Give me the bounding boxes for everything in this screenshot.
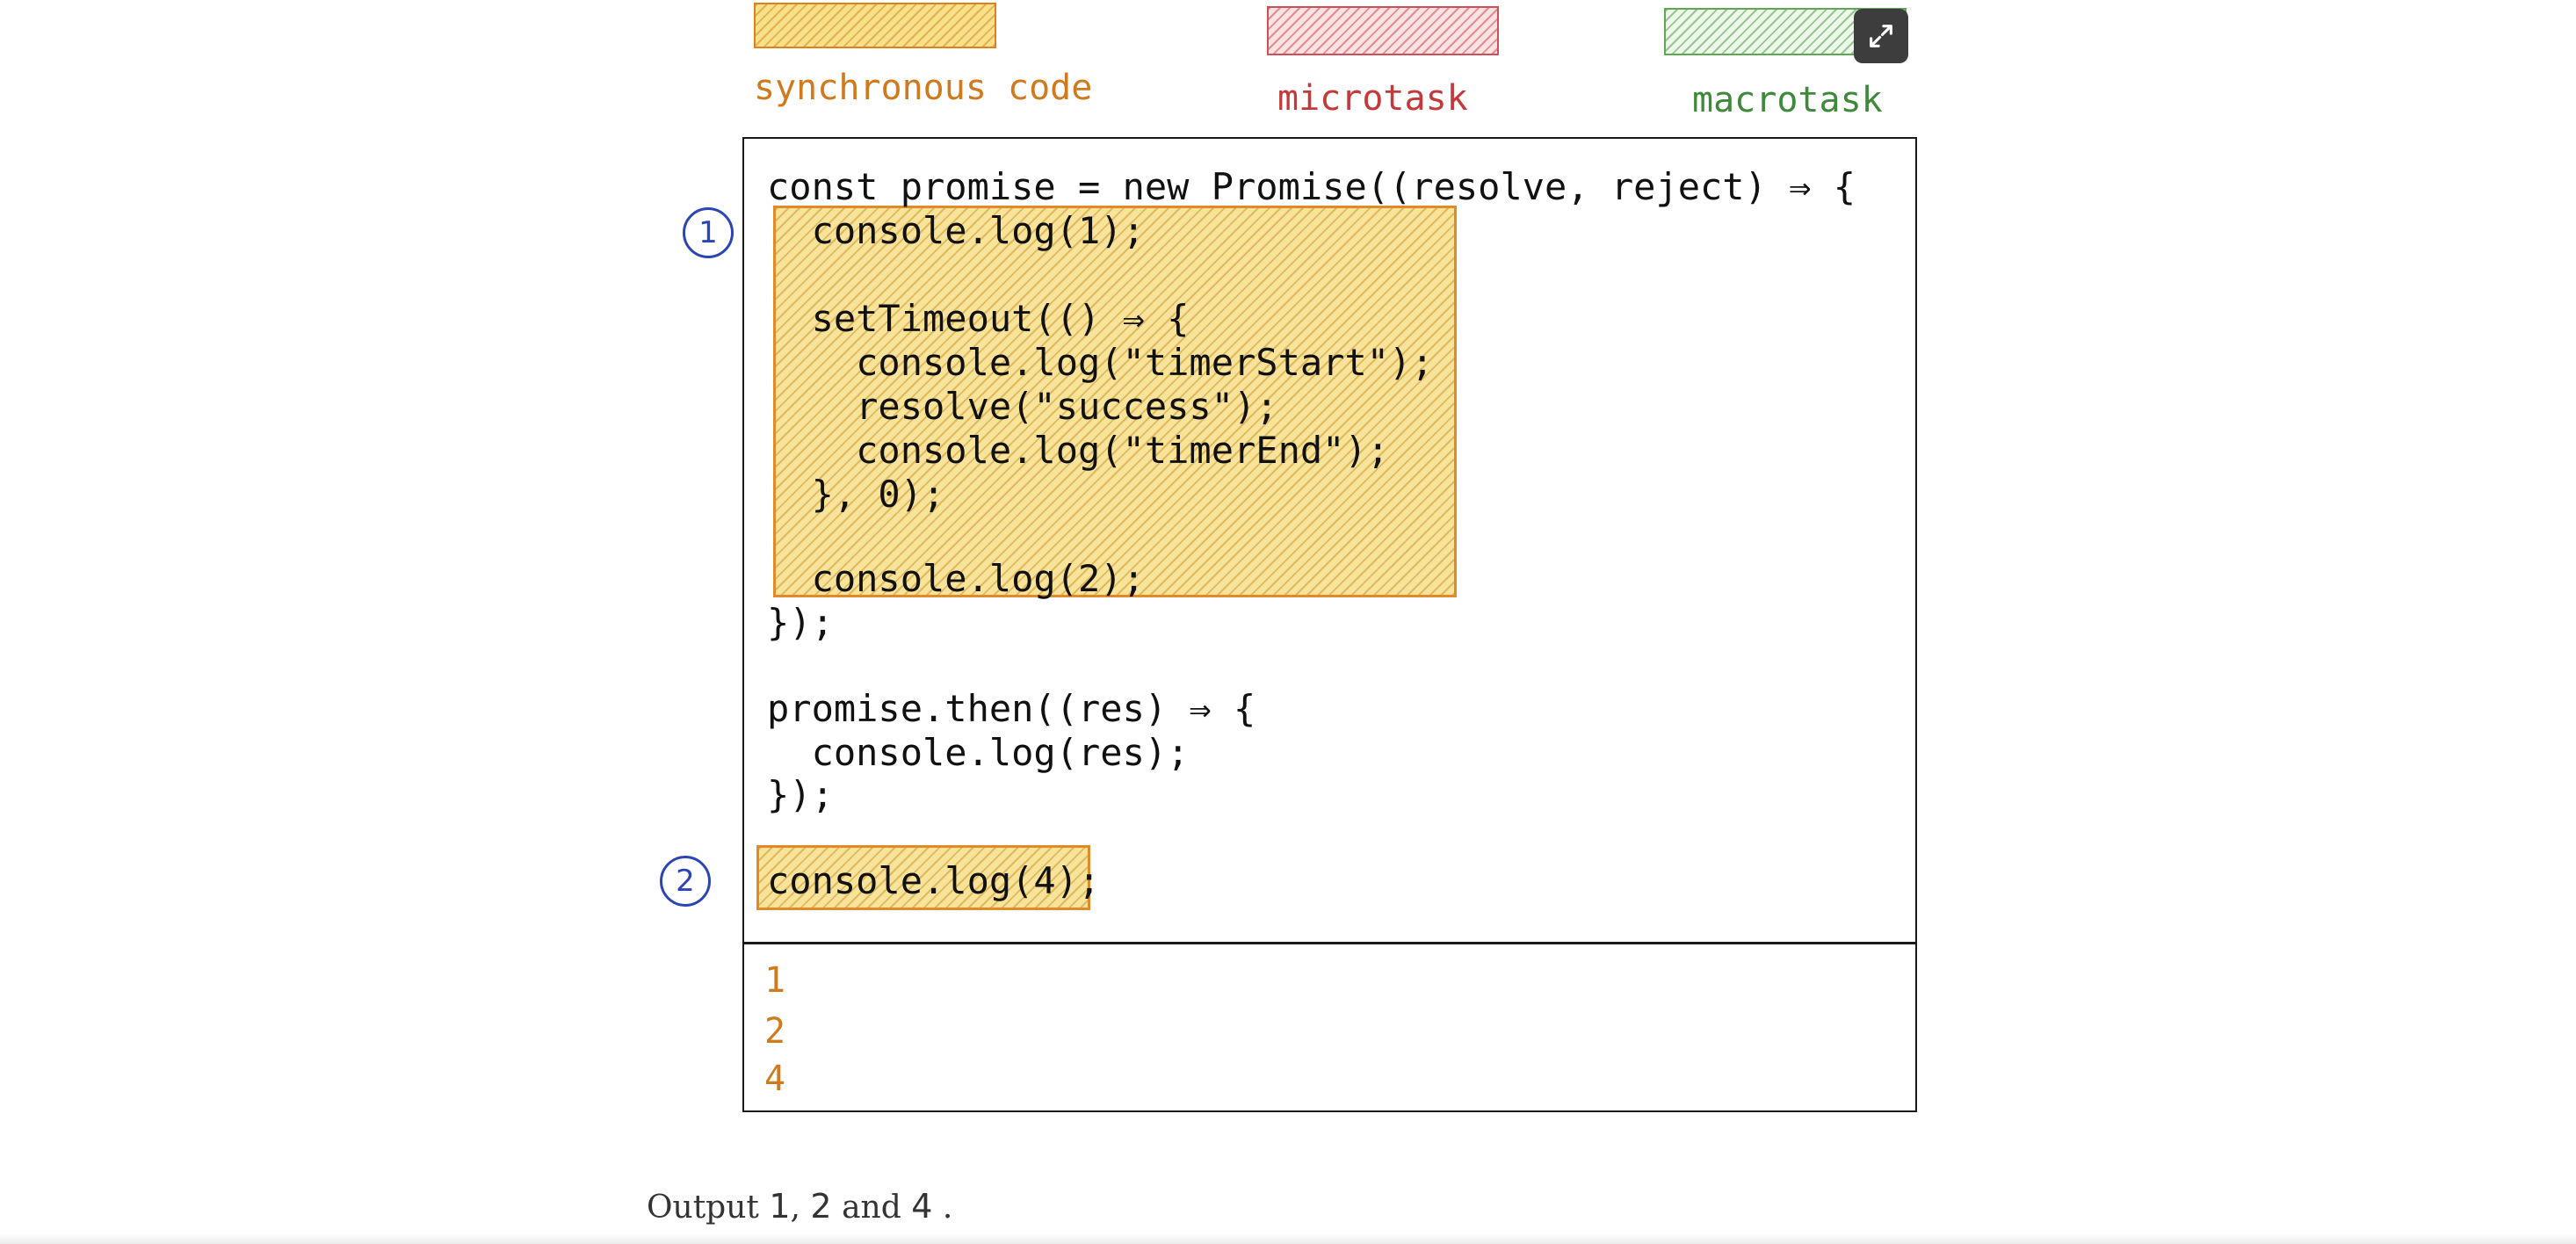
expand-button[interactable] xyxy=(1854,9,1908,63)
code-line: console.log("timerEnd"); xyxy=(767,429,1390,472)
bottom-shadow xyxy=(0,1233,2576,1244)
output-caption: Output 1, 2 and 4 . xyxy=(647,1186,952,1228)
step-marker-2: 2 xyxy=(660,856,711,907)
caption-prefix: Output xyxy=(647,1190,759,1226)
caption-number-3: 4 xyxy=(911,1187,933,1226)
code-line: setTimeout(() ⇒ { xyxy=(767,297,1190,340)
code-line: console.log(2); xyxy=(767,557,1145,600)
code-line: console.log(4); xyxy=(767,859,1101,902)
legend-swatch-microtask xyxy=(1267,6,1499,55)
code-line: }); xyxy=(767,773,834,816)
output-line: 4 xyxy=(764,1059,786,1099)
caption-end: . xyxy=(942,1190,953,1226)
caption-separator: , xyxy=(790,1190,800,1226)
code-line: promise.then((res) ⇒ { xyxy=(767,687,1256,730)
code-line: const promise = new Promise((resolve, re… xyxy=(767,165,1856,208)
legend-swatch-synchronous xyxy=(754,3,996,48)
legend-label-microtask: microtask xyxy=(1277,78,1468,119)
caption-number-1: 1 xyxy=(769,1187,791,1226)
output-line: 2 xyxy=(764,1011,786,1052)
code-line: }, 0); xyxy=(767,473,945,516)
output-line: 1 xyxy=(764,960,786,1001)
code-line: }); xyxy=(767,601,834,644)
legend-label-synchronous: synchronous code xyxy=(754,68,1093,108)
legend-label-macrotask: macrotask xyxy=(1692,80,1883,120)
caption-number-2: 2 xyxy=(810,1187,832,1226)
code-line: resolve("success"); xyxy=(767,385,1278,428)
step-marker-1: 1 xyxy=(683,207,734,258)
expand-arrows-icon xyxy=(1870,25,1892,47)
code-line: console.log(res); xyxy=(767,731,1190,774)
code-line: console.log("timerStart"); xyxy=(767,341,1434,384)
output-divider xyxy=(742,942,1917,944)
caption-and: and xyxy=(842,1190,901,1226)
code-line: console.log(1); xyxy=(767,209,1145,252)
